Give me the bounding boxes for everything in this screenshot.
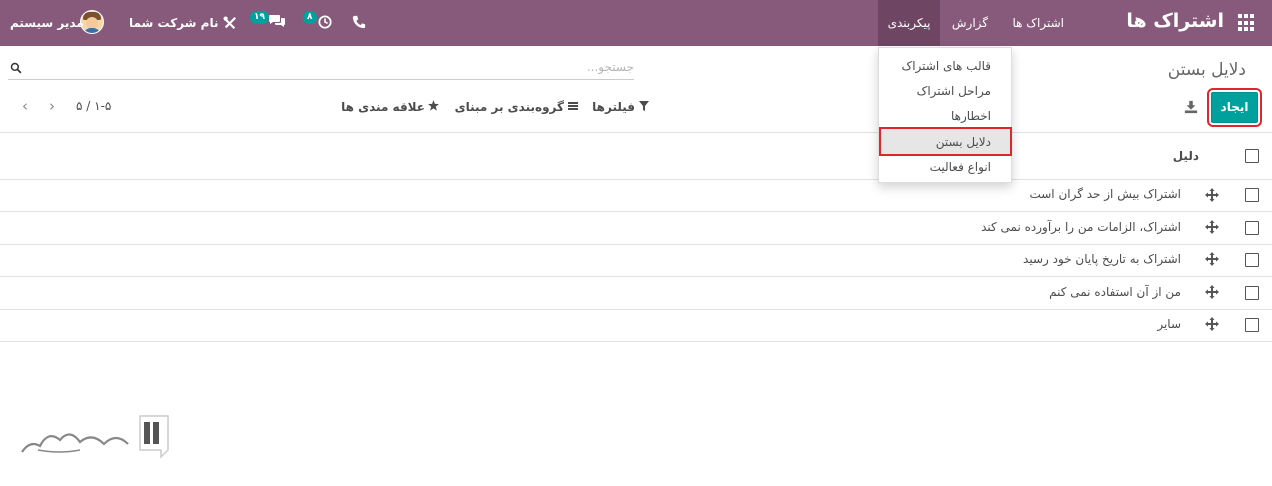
row-checkbox[interactable] (1245, 253, 1259, 267)
divider (0, 276, 1272, 277)
divider (0, 244, 1272, 245)
menu-item-subscription-stages[interactable]: مراحل اشتراک (917, 84, 991, 98)
pager-previous-icon[interactable]: ‹ (18, 98, 32, 114)
apps-grid-icon[interactable] (1238, 14, 1256, 32)
breadcrumb: دلایل بستن (1167, 60, 1246, 80)
filters-label: فیلترها (592, 100, 635, 114)
search-icon[interactable] (10, 62, 22, 74)
menu-subscriptions[interactable]: اشتراک ها (1002, 0, 1074, 46)
column-header-reason[interactable]: دلیل (1173, 149, 1199, 163)
divider (0, 179, 1272, 180)
watermark-logo (21, 415, 169, 459)
row-checkbox[interactable] (1245, 188, 1259, 202)
drag-handle-icon[interactable] (1205, 317, 1219, 331)
groupby-button[interactable]: گروه‌بندی بر مبنای (454, 100, 578, 114)
row-reason: من از آن استفاده نمی کنم (1049, 285, 1181, 299)
top-navbar: اشتراک ها اشتراک ها گزارش پیکربندی ۸ ۱۹ … (0, 0, 1272, 46)
search-bar[interactable]: جستجو... (8, 58, 634, 80)
menu-item-close-reasons[interactable]: دلایل بستن (936, 135, 991, 149)
clock-icon (318, 15, 332, 29)
search-input[interactable]: جستجو... (587, 60, 634, 74)
drag-handle-icon[interactable] (1205, 188, 1219, 202)
star-icon (428, 100, 439, 111)
user-menu[interactable]: مدیر سیستم (10, 0, 84, 46)
groupby-label: گروه‌بندی بر مبنای (454, 100, 564, 114)
drag-handle-icon[interactable] (1205, 220, 1219, 234)
menu-item-subscription-templates[interactable]: قالب های اشتراک (901, 59, 991, 73)
tools-icon[interactable] (223, 16, 237, 30)
select-all-checkbox[interactable] (1245, 149, 1259, 163)
row-reason: اشتراک بیش از حد گران است (1029, 187, 1181, 201)
pager-next-icon[interactable]: › (45, 98, 59, 114)
app-title: اشتراک ها (1126, 10, 1224, 32)
favorites-label: علاقه مندی ها (341, 100, 425, 114)
list-top-border (0, 132, 1272, 133)
menu-item-alerts[interactable]: اخطارها (951, 109, 991, 123)
configuration-dropdown: قالب های اشتراک مراحل اشتراک اخطارها دلا… (878, 47, 1012, 183)
row-checkbox[interactable] (1245, 318, 1259, 332)
activity-badge: ۸ (303, 11, 317, 24)
menu-item-activity-types[interactable]: انواع فعالیت (930, 160, 991, 174)
drag-handle-icon[interactable] (1205, 252, 1219, 266)
favorites-button[interactable]: علاقه مندی ها (341, 100, 439, 114)
menu-configuration[interactable]: پیکربندی (878, 0, 940, 46)
divider (0, 309, 1272, 310)
download-icon[interactable] (1184, 100, 1198, 114)
divider (0, 341, 1272, 342)
row-reason: اشتراک، الزامات من را برآورده نمی کند (981, 220, 1181, 234)
list-icon (568, 102, 578, 110)
row-checkbox[interactable] (1245, 286, 1259, 300)
drag-handle-icon[interactable] (1205, 285, 1219, 299)
filter-icon (639, 101, 649, 111)
create-button[interactable]: ایجاد (1207, 88, 1262, 127)
messages-badge: ۱۹ (250, 11, 269, 24)
row-checkbox[interactable] (1245, 221, 1259, 235)
company-switcher[interactable]: نام شرکت شما (129, 0, 218, 46)
row-reason: اشتراک به تاریخ پایان خود رسید (1023, 252, 1181, 266)
divider (0, 211, 1272, 212)
pager-value[interactable]: ۱-۵ / ۵ (76, 99, 111, 113)
row-reason: سایر (1157, 317, 1181, 331)
chat-icon (269, 15, 285, 27)
filters-button[interactable]: فیلترها (592, 100, 649, 114)
menu-reporting[interactable]: گزارش (942, 0, 998, 46)
phone-icon[interactable] (352, 15, 366, 29)
